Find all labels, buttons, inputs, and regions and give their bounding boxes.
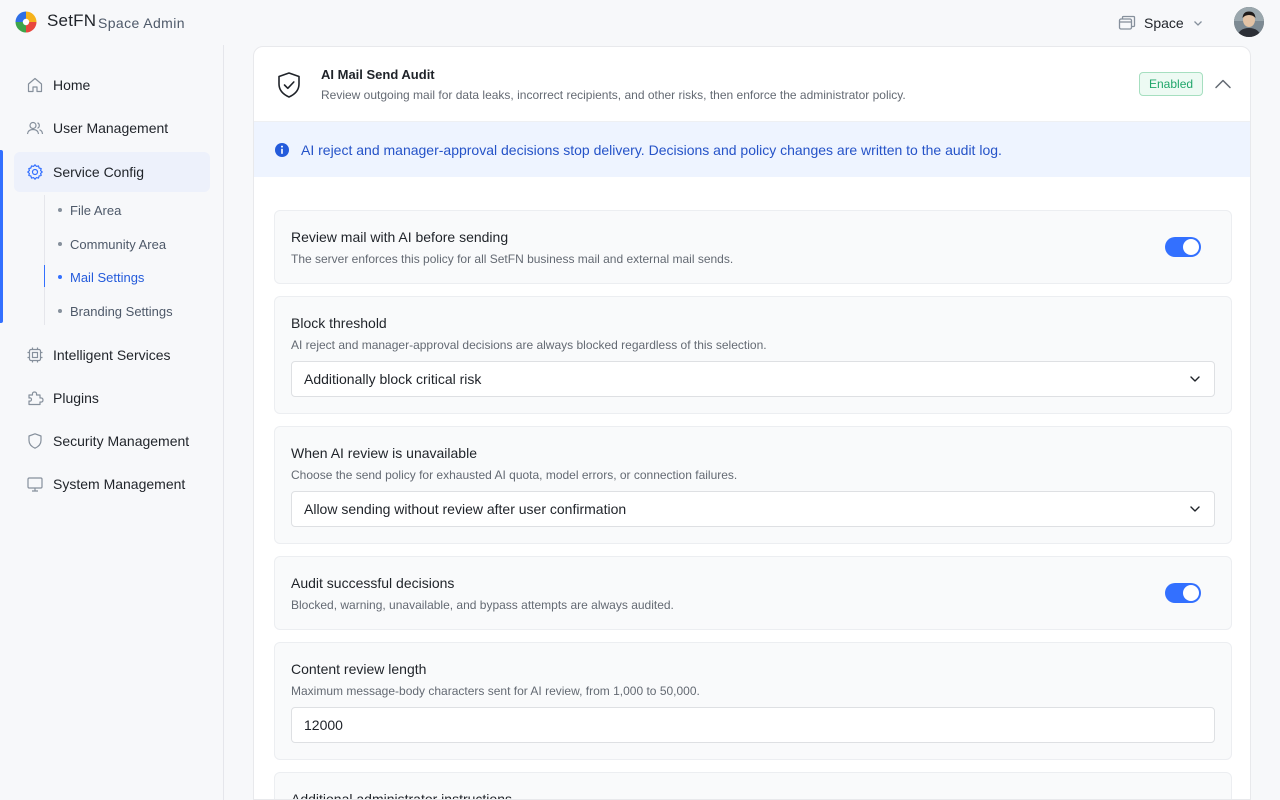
sidebar: Home User Management Service Config File…	[0, 45, 224, 800]
setting-title: Review mail with AI before sending	[291, 229, 509, 245]
setting-admin-instructions: Additional administrator instructions	[274, 772, 1232, 800]
sidebar-subitem-label: File Area	[70, 202, 122, 218]
submenu-active-line	[44, 265, 45, 287]
sidebar-item-service-config[interactable]: Service Config	[14, 152, 210, 192]
avatar-portrait-icon	[1234, 7, 1264, 37]
card-description: Review outgoing mail for data leaks, inc…	[321, 88, 906, 102]
bullet-dot	[58, 275, 62, 279]
setting-title: Block threshold	[291, 315, 387, 331]
sidebar-item-intelligent-services[interactable]: Intelligent Services	[14, 335, 210, 375]
sidebar-subitem-mail-settings[interactable]: Mail Settings	[58, 266, 144, 288]
space-label: Space	[1144, 15, 1184, 31]
setting-review-before-send: Review mail with AI before sending The s…	[274, 210, 1232, 284]
sidebar-item-label: Intelligent Services	[53, 347, 171, 363]
users-icon	[26, 119, 44, 137]
info-text: AI reject and manager-approval decisions…	[301, 141, 1002, 158]
home-icon	[26, 76, 44, 94]
sidebar-subitem-label: Community Area	[70, 236, 167, 252]
setting-unavailable-policy: When AI review is unavailable Choose the…	[274, 426, 1232, 544]
setting-title: When AI review is unavailable	[291, 445, 477, 461]
setting-audit-success: Audit successful decisions Blocked, warn…	[274, 556, 1232, 630]
sidebar-item-label: User Management	[53, 120, 169, 136]
setting-description: AI reject and manager-approval decisions…	[291, 338, 767, 352]
toggle-knob	[1183, 585, 1199, 601]
sidebar-item-user-management[interactable]: User Management	[14, 108, 210, 148]
chevron-up-icon[interactable]	[1212, 73, 1234, 95]
unavailable-policy-select[interactable]: Allow sending without review after user …	[291, 491, 1215, 527]
shield-icon	[26, 432, 44, 450]
review-before-send-toggle[interactable]	[1165, 237, 1201, 257]
setting-description: Maximum message-body characters sent for…	[291, 684, 700, 698]
info-icon	[275, 142, 289, 157]
setting-block-threshold: Block threshold AI reject and manager-ap…	[274, 296, 1232, 414]
sidebar-subitem-community-area[interactable]: Community Area	[58, 233, 166, 255]
sidebar-item-plugins[interactable]: Plugins	[14, 378, 210, 418]
brand-name: SetFN	[47, 11, 97, 30]
sidebar-item-security-management[interactable]: Security Management	[14, 421, 210, 461]
audit-success-toggle[interactable]	[1165, 583, 1201, 603]
setting-description: Choose the send policy for exhausted AI …	[291, 468, 738, 482]
sidebar-item-label: System Management	[53, 476, 186, 492]
chevron-down-icon	[1190, 376, 1200, 382]
puzzle-icon	[26, 389, 44, 407]
submenu-guide-line	[44, 195, 45, 325]
chip-icon	[26, 346, 44, 364]
setting-title: Content review length	[291, 661, 427, 677]
setfn-logo-icon[interactable]	[15, 11, 37, 33]
sidebar-item-label: Service Config	[53, 164, 145, 180]
block-threshold-select[interactable]: Additionally block critical risk	[291, 361, 1215, 397]
shield-check-icon	[278, 72, 300, 98]
setting-content-length: Content review length Maximum message-bo…	[274, 642, 1232, 760]
setting-title: Additional administrator instructions	[291, 791, 512, 800]
sidebar-subitem-branding-settings[interactable]: Branding Settings	[58, 300, 173, 322]
space-switcher[interactable]: Space	[1118, 12, 1204, 34]
sidebar-item-label: Home	[53, 77, 91, 93]
setting-description: The server enforces this policy for all …	[291, 252, 734, 266]
sidebar-item-label: Security Management	[53, 433, 190, 449]
sidebar-subitem-file-area[interactable]: File Area	[58, 199, 121, 221]
info-banner: AI reject and manager-approval decisions…	[254, 122, 1250, 177]
bullet-dot	[58, 242, 62, 246]
chevron-down-icon	[1193, 21, 1202, 26]
toggle-knob	[1183, 239, 1199, 255]
ai-mail-audit-card: AI Mail Send Audit Review outgoing mail …	[253, 46, 1251, 800]
sidebar-active-indicator	[0, 150, 3, 323]
gear-icon	[26, 163, 44, 181]
content-length-input[interactable]	[291, 707, 1215, 743]
chevron-down-icon	[1190, 506, 1200, 512]
top-bar: SetFN Space Admin Space	[0, 0, 1280, 45]
status-badge: Enabled	[1139, 72, 1204, 96]
sidebar-item-home[interactable]: Home	[14, 65, 210, 105]
monitor-icon	[26, 475, 44, 493]
setting-description: Blocked, warning, unavailable, and bypas…	[291, 598, 674, 612]
select-value: Additionally block critical risk	[304, 371, 482, 387]
sidebar-item-system-management[interactable]: System Management	[14, 464, 210, 504]
bullet-dot	[58, 309, 62, 313]
user-avatar[interactable]	[1234, 7, 1264, 37]
window-stack-icon	[1118, 15, 1136, 30]
sidebar-item-label: Plugins	[53, 390, 99, 406]
brand-subtitle: Space Admin	[98, 15, 185, 31]
setting-title: Audit successful decisions	[291, 575, 455, 591]
sidebar-subitem-label: Mail Settings	[70, 269, 145, 285]
select-value: Allow sending without review after user …	[304, 501, 627, 517]
card-header: AI Mail Send Audit Review outgoing mail …	[254, 47, 1250, 122]
sidebar-subitem-label: Branding Settings	[70, 303, 173, 319]
bullet-dot	[58, 208, 62, 212]
card-title: AI Mail Send Audit	[321, 67, 435, 82]
